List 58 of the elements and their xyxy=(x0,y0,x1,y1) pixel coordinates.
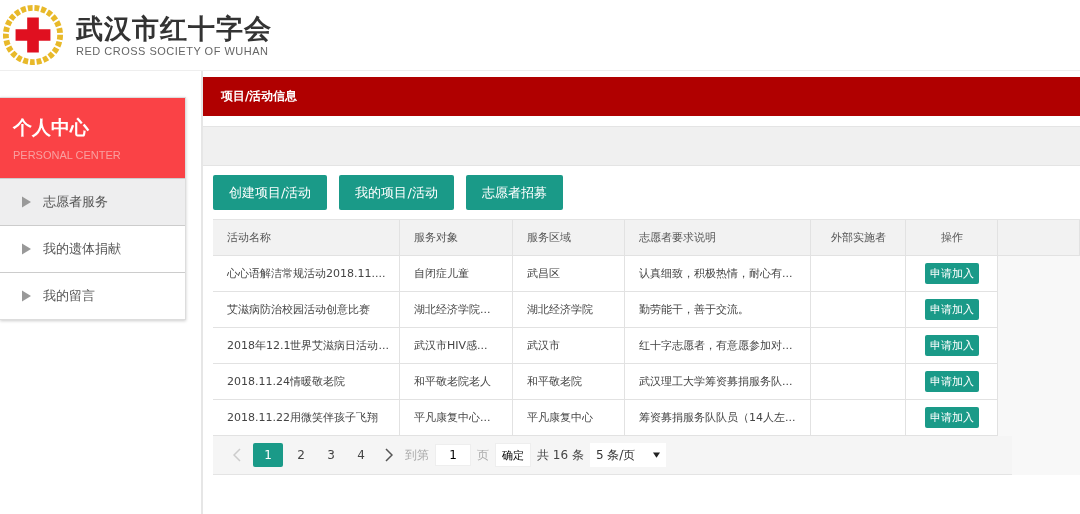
sidebar-item[interactable]: 我的留言 xyxy=(0,272,185,319)
table-cell: 筹资募捐服务队队员（14人左... xyxy=(625,400,811,436)
column-header: 志愿者要求说明 xyxy=(625,220,811,256)
table-cell: 2018年12.1世界艾滋病日活动... xyxy=(213,328,400,364)
column-header: 服务对象 xyxy=(400,220,513,256)
table-cell: 平凡康复中心... xyxy=(400,400,513,436)
confirm-button[interactable]: 确定 xyxy=(495,443,531,467)
action-button[interactable]: 创建项目/活动 xyxy=(213,175,328,210)
table-cell: 和平敬老院 xyxy=(513,364,625,400)
table-cell: 红十字志愿者，有意愿参加对... xyxy=(625,328,811,364)
dropdown-icon xyxy=(652,452,660,458)
page-unit: 页 xyxy=(477,446,489,464)
site-title: 武汉市红十字会 xyxy=(76,13,272,45)
table-cell: 艾滋病防治校园活动创意比赛 xyxy=(213,292,400,328)
page-button[interactable]: 1 xyxy=(253,443,283,467)
table-cell: 心心语解洁常规活动2018.11.... xyxy=(213,256,400,292)
table-cell: 2018.11.22用微笑伴孩子飞翔 xyxy=(213,400,400,436)
cross-emblem-logo xyxy=(2,4,64,66)
table-cell: 武昌区 xyxy=(513,256,625,292)
join-button[interactable]: 申请加入 xyxy=(924,263,979,284)
panel-title: 项目/活动信息 xyxy=(221,88,298,105)
page-input[interactable]: 1 xyxy=(435,444,471,466)
join-button[interactable]: 申请加入 xyxy=(924,299,979,320)
table-cell: 和平敬老院老人 xyxy=(400,364,513,400)
table-cell: 勤劳能干，善于交流。 xyxy=(625,292,811,328)
page-size-select[interactable]: 5 条/页 xyxy=(589,443,666,467)
site-subtitle: RED CROSS SOCIETY OF WUHAN xyxy=(76,45,270,57)
table-cell: 武汉市HIV感... xyxy=(400,328,513,364)
table-cell: 武汉市 xyxy=(513,328,625,364)
table-cell: 2018.11.24情暖敬老院 xyxy=(213,364,400,400)
action-button[interactable]: 志愿者招募 xyxy=(465,175,563,210)
join-button[interactable]: 申请加入 xyxy=(924,335,979,356)
page-button[interactable]: 4 xyxy=(349,443,373,467)
sidebar-subtitle: PERSONAL CENTER xyxy=(13,149,122,161)
sidebar-title: 个人中心 xyxy=(13,115,90,140)
join-button[interactable]: 申请加入 xyxy=(924,407,979,428)
triangle-icon xyxy=(22,243,31,255)
action-button[interactable]: 我的项目/活动 xyxy=(339,175,454,210)
total-count: 共 16 条 xyxy=(537,446,584,464)
next-page-icon[interactable] xyxy=(385,448,393,462)
goto-label: 到第 xyxy=(405,446,429,464)
page-button[interactable]: 2 xyxy=(289,443,313,467)
table-cell: 自闭症儿童 xyxy=(400,256,513,292)
triangle-icon xyxy=(22,290,31,302)
column-header: 活动名称 xyxy=(213,220,400,256)
table-cell: 认真细致，积极热情，耐心有... xyxy=(625,256,811,292)
page-button[interactable]: 3 xyxy=(319,443,343,467)
sidebar-item[interactable]: 我的遗体捐献 xyxy=(0,225,185,272)
table-cell: 湖北经济学院... xyxy=(400,292,513,328)
table-cell: 武汉理工大学筹资募捐服务队... xyxy=(625,364,811,400)
join-button[interactable]: 申请加入 xyxy=(924,371,979,392)
table-cell: 湖北经济学院 xyxy=(513,292,625,328)
triangle-icon xyxy=(22,196,31,208)
column-header: 外部实施者 xyxy=(811,220,906,256)
table-cell: 平凡康复中心 xyxy=(513,400,625,436)
column-header: 服务区域 xyxy=(513,220,625,256)
sidebar-item[interactable]: 志愿者服务 xyxy=(0,178,185,225)
column-header: 操作 xyxy=(906,220,998,256)
